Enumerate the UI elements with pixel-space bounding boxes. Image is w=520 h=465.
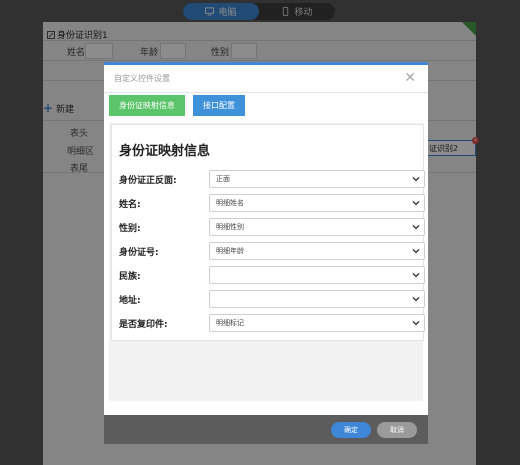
cancel-button[interactable]: 取消 [377,422,417,438]
chevron-down-icon [412,249,420,254]
ethnicity-select[interactable] [209,266,425,284]
idnumber-select[interactable]: 明细年龄 [209,242,425,260]
side-select[interactable]: 正面 [209,170,425,188]
mapping-row-name: 姓名: 明细姓名 [119,194,425,212]
confirm-button[interactable]: 确定 [331,422,371,438]
gender-select[interactable]: 明细性别 [209,218,425,236]
chevron-down-icon [412,225,420,230]
mapping-row-copy: 是否复印件: 明细标记 [119,314,425,332]
close-icon[interactable]: ✕ [404,71,416,85]
row-label: 地址: [119,295,141,306]
row-label: 是否复印件: [119,319,168,330]
chevron-down-icon [412,297,420,302]
address-select[interactable] [209,290,425,308]
row-label: 姓名: [119,199,141,210]
tab-id-mapping[interactable]: 身份证映射信息 [109,95,185,116]
dialog-footer: 确定 取消 [104,415,428,444]
dialog-title: 自定义控件设置 [114,74,170,83]
tab-api-config[interactable]: 接口配置 [193,95,245,116]
name-select[interactable]: 明细姓名 [209,194,425,212]
dialog-body: 身份证映射信息 身份证正反面: 正面 姓名: 明细姓名 性别: 明细性别 身份证… [109,123,425,401]
mapping-row-gender: 性别: 明细性别 [119,218,425,236]
mapping-row-idnumber: 身份证号: 明细年龄 [119,242,425,260]
mapping-row-address: 地址: [119,290,425,308]
chevron-down-icon [412,321,420,326]
dialog-tabs: 身份证映射信息 接口配置 [109,95,245,116]
select-value: 明细姓名 [216,199,244,207]
select-value: 明细年龄 [216,247,244,255]
select-value: 明细性别 [216,223,244,231]
row-label: 身份证号: [119,247,159,258]
mapping-row-ethnicity: 民族: [119,266,425,284]
row-label: 性别: [119,223,141,234]
section-title: 身份证映射信息 [119,144,211,159]
mapping-card: 身份证映射信息 身份证正反面: 正面 姓名: 明细姓名 性别: 明细性别 身份证… [111,124,425,341]
custom-control-dialog: 自定义控件设置 ✕ 身份证映射信息 接口配置 身份证映射信息 身份证正反面: 正… [104,62,428,444]
chevron-down-icon [412,201,420,206]
row-label: 身份证正反面: [119,175,177,186]
chevron-down-icon [412,273,420,278]
mapping-row-side: 身份证正反面: 正面 [119,170,425,188]
chevron-down-icon [412,177,420,182]
row-label: 民族: [119,271,141,282]
copy-select[interactable]: 明细标记 [209,314,425,332]
select-value: 正面 [216,175,230,183]
dialog-header: 自定义控件设置 ✕ [104,65,428,93]
select-value: 明细标记 [216,319,244,327]
